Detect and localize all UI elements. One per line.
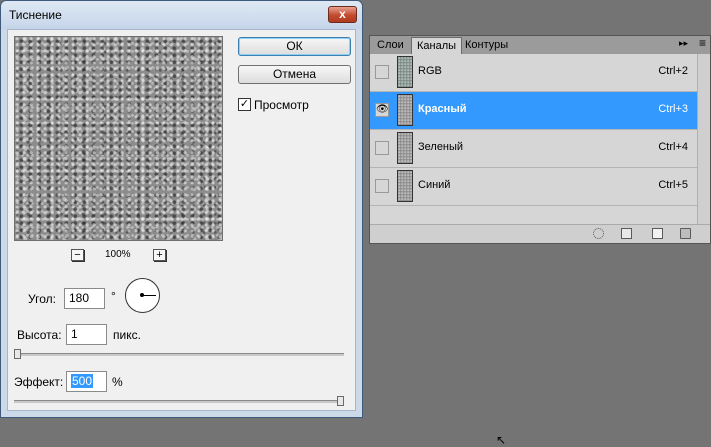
- mouse-cursor-icon: ↖: [496, 433, 507, 447]
- save-selection-icon[interactable]: [621, 228, 632, 239]
- plus-icon: +: [156, 249, 163, 261]
- channel-name: Красный: [418, 103, 467, 115]
- height-slider-track[interactable]: [14, 353, 344, 356]
- channel-thumbnail: [397, 94, 413, 126]
- angle-dial[interactable]: [125, 278, 160, 313]
- visibility-toggle[interactable]: [375, 65, 389, 79]
- eye-icon: 👁: [376, 104, 389, 115]
- height-slider-thumb[interactable]: [14, 349, 21, 359]
- angle-input[interactable]: 180: [64, 288, 105, 309]
- minus-icon: −: [74, 249, 81, 261]
- channel-thumbnail: [397, 56, 413, 88]
- channel-shortcut: Ctrl+5: [658, 179, 688, 191]
- channel-thumbnail: [397, 170, 413, 202]
- visibility-toggle[interactable]: 👁: [375, 103, 389, 117]
- zoom-level: 100%: [105, 249, 131, 260]
- emboss-dialog: Тиснение x − 100% + ОК Отмена ✓ Просмотр…: [0, 0, 363, 418]
- effect-value: 500: [71, 374, 94, 388]
- channel-shortcut: Ctrl+4: [658, 141, 688, 153]
- panel-tabbar: Слои Каналы Контуры ▸▸ ≡: [370, 36, 710, 55]
- channel-row-rgb[interactable]: RGB Ctrl+2: [370, 54, 698, 92]
- dialog-body: − 100% + ОК Отмена ✓ Просмотр Угол: 180 …: [7, 29, 356, 411]
- panel-footer: [370, 224, 710, 243]
- new-channel-icon[interactable]: [652, 228, 663, 239]
- channel-shortcut: Ctrl+3: [658, 103, 688, 115]
- height-label: Высота:: [17, 328, 62, 342]
- angle-label: Угол:: [28, 292, 56, 306]
- effect-unit: %: [112, 375, 123, 389]
- ok-button[interactable]: ОК: [238, 37, 351, 56]
- channel-name: Зеленый: [418, 141, 464, 153]
- filter-preview[interactable]: [14, 36, 223, 241]
- effect-input[interactable]: 500: [66, 371, 107, 392]
- channel-shortcut: Ctrl+2: [658, 65, 688, 77]
- channel-row-green[interactable]: Зеленый Ctrl+4: [370, 130, 698, 168]
- channel-thumbnail: [397, 132, 413, 164]
- tab-layers[interactable]: Слои: [372, 37, 409, 54]
- dialog-title: Тиснение: [9, 8, 62, 22]
- panel-menu-icon[interactable]: ≡: [699, 36, 706, 50]
- close-icon: x: [339, 7, 346, 21]
- tab-channels[interactable]: Каналы: [411, 37, 463, 54]
- channels-panel: Слои Каналы Контуры ▸▸ ≡ RGB Ctrl+2 👁 Кр…: [369, 35, 711, 244]
- channel-list: RGB Ctrl+2 👁 Красный Ctrl+3 Зеленый Ctrl…: [370, 54, 698, 206]
- load-selection-icon[interactable]: [593, 228, 604, 239]
- tab-paths[interactable]: Контуры: [460, 37, 513, 54]
- angle-unit: °: [111, 289, 116, 303]
- channel-row-blue[interactable]: Синий Ctrl+5: [370, 168, 698, 206]
- effect-label: Эффект:: [14, 375, 64, 389]
- checkmark-icon: ✓: [239, 98, 250, 110]
- channel-name: Синий: [418, 179, 451, 191]
- preview-checkbox-label: Просмотр: [254, 98, 309, 112]
- dial-needle: [143, 295, 156, 296]
- close-button[interactable]: x: [328, 6, 357, 23]
- preview-checkbox[interactable]: ✓: [238, 98, 251, 111]
- collapse-icon[interactable]: ▸▸: [679, 38, 688, 49]
- visibility-toggle[interactable]: [375, 141, 389, 155]
- zoom-out-button[interactable]: −: [71, 249, 84, 261]
- zoom-in-button[interactable]: +: [153, 249, 166, 261]
- channel-row-red[interactable]: 👁 Красный Ctrl+3: [370, 92, 698, 130]
- effect-slider-thumb[interactable]: [337, 396, 344, 406]
- height-unit: пикс.: [113, 328, 141, 342]
- height-input[interactable]: 1: [66, 324, 107, 345]
- channel-name: RGB: [418, 65, 442, 77]
- visibility-toggle[interactable]: [375, 179, 389, 193]
- dialog-titlebar[interactable]: Тиснение x: [1, 1, 362, 29]
- cancel-button[interactable]: Отмена: [238, 65, 351, 84]
- panel-scrollbar[interactable]: [697, 54, 710, 225]
- trash-icon[interactable]: [680, 228, 691, 239]
- effect-slider-track[interactable]: [14, 400, 344, 403]
